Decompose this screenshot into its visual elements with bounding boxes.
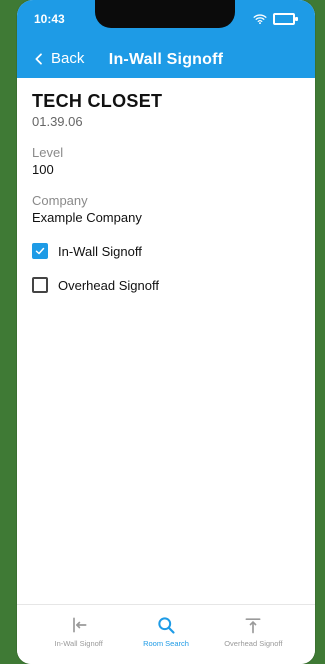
tab-room-search-label: Room Search (143, 639, 189, 648)
room-number: 01.39.06 (32, 114, 83, 129)
navigation-bar: Back In-Wall Signoff (17, 40, 315, 78)
main-content: TECH CLOSET 01.39.06 Level 100 Company E… (32, 91, 302, 293)
tab-inwall-signoff-label: In-Wall Signoff (54, 639, 103, 648)
status-time: 10:43 (34, 12, 65, 26)
company-label: Company (32, 193, 88, 208)
tab-room-search[interactable]: Room Search (122, 615, 209, 648)
inwall-checkbox-label: In-Wall Signoff (58, 243, 142, 259)
bottom-tab-bar: In-Wall Signoff Room Search Overhead Sig… (17, 604, 315, 664)
phone-screen: 10:43 Back In-Wall Signoff TECH CLOSET 0… (17, 0, 315, 664)
level-value: 100 (32, 162, 54, 177)
signoff-inwall-row[interactable]: In-Wall Signoff (32, 243, 302, 259)
device-notch (95, 0, 235, 28)
signoff-overhead-row[interactable]: Overhead Signoff (32, 277, 302, 293)
inwall-checkbox[interactable] (32, 243, 48, 259)
top-bar: 10:43 Back In-Wall Signoff (17, 0, 315, 78)
status-icons (253, 12, 298, 26)
checkmark-icon (35, 247, 45, 255)
search-icon (158, 617, 175, 634)
tab-inwall-signoff[interactable]: In-Wall Signoff (35, 615, 122, 648)
wifi-icon (253, 14, 267, 25)
status-bar: 10:43 (17, 0, 315, 40)
arrow-left-bar-icon (72, 617, 87, 633)
room-name: TECH CLOSET (32, 91, 163, 111)
tab-overhead-signoff[interactable]: Overhead Signoff (210, 615, 297, 648)
overhead-checkbox-label: Overhead Signoff (58, 277, 159, 293)
level-label: Level (32, 145, 64, 160)
page-title: In-Wall Signoff (108, 51, 224, 68)
battery-icon (273, 13, 298, 25)
company-value: Example Company (32, 210, 142, 225)
overhead-checkbox[interactable] (32, 277, 48, 293)
arrow-up-bar-icon (245, 618, 261, 634)
tab-overhead-signoff-label: Overhead Signoff (224, 639, 283, 648)
